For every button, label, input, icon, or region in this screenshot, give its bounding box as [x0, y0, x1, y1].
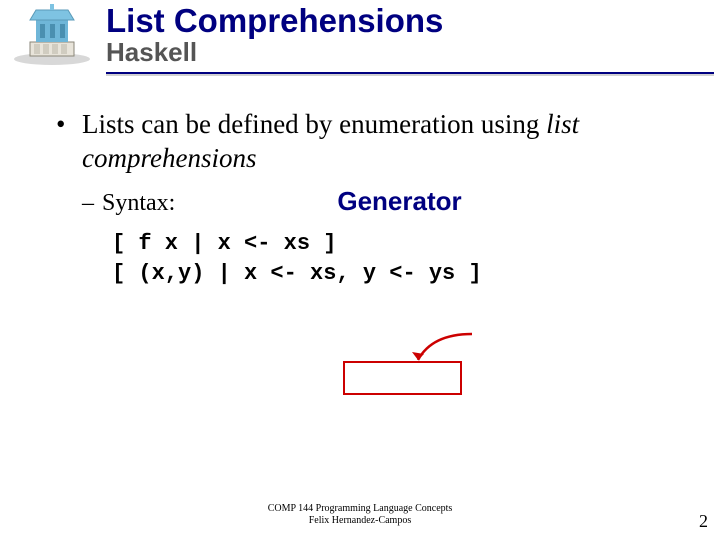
generator-highlight-box: [343, 361, 462, 395]
code-line-2: [ (x,y) | x <- xs, y <- ys ]: [112, 259, 686, 290]
sub-bullet: – Syntax: Generator: [82, 186, 686, 217]
title-divider: [106, 72, 714, 74]
bullet-item: • Lists can be defined by enumeration us…: [56, 108, 686, 176]
sub-bullet-marker: –: [82, 190, 102, 217]
page-number: 2: [699, 511, 708, 532]
code-line-1: [ f x | x <- xs ]: [112, 229, 686, 260]
slide-footer: COMP 144 Programming Language Concepts F…: [0, 503, 720, 526]
code-block: [ f x | x <- xs ] [ (x,y) | x <- xs, y <…: [112, 229, 686, 291]
sub-bullet-label: Syntax:: [102, 190, 175, 217]
footer-line-2: Felix Hernandez-Campos: [0, 515, 720, 527]
university-well-logo: [10, 4, 95, 66]
slide-title: List Comprehensions: [106, 4, 696, 39]
slide-body: • Lists can be defined by enumeration us…: [56, 108, 686, 290]
bullet-plain: Lists can be defined by enumeration usin…: [82, 109, 546, 139]
bullet-text: Lists can be defined by enumeration usin…: [82, 108, 686, 176]
generator-callout: Generator: [337, 186, 461, 217]
slide-subtitle: Haskell: [106, 39, 696, 66]
bullet-marker: •: [56, 108, 82, 142]
footer-line-1: COMP 144 Programming Language Concepts: [0, 503, 720, 515]
arrow-icon: [412, 332, 492, 372]
